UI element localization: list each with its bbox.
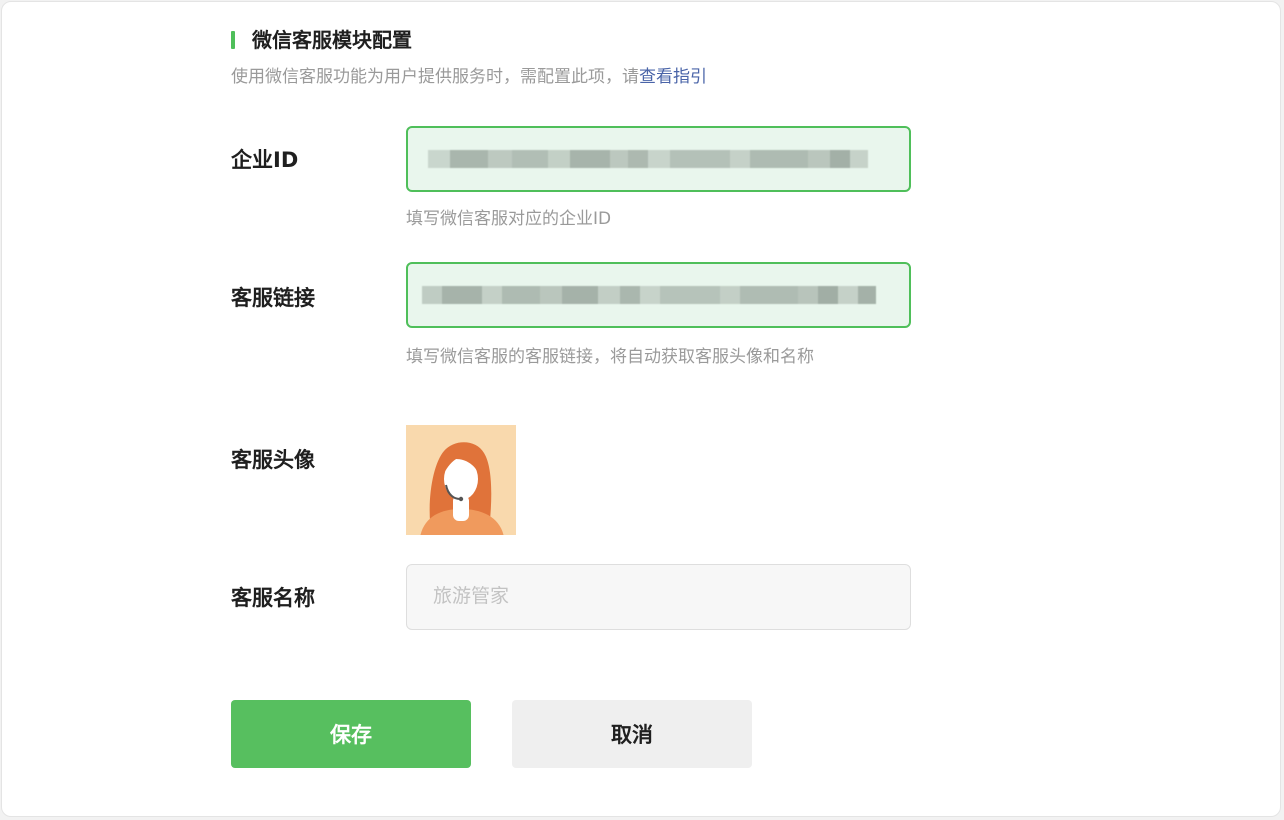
section-description-text: 使用微信客服功能为用户提供服务时，需配置此项，请 — [231, 67, 639, 87]
section-accent-bar — [231, 31, 235, 49]
service-link-hint: 填写微信客服的客服链接，将自动获取客服头像和名称 — [406, 347, 814, 367]
service-link-input[interactable] — [406, 262, 911, 328]
avatar-illustration — [406, 425, 516, 535]
service-name-label: 客服名称 — [231, 586, 315, 610]
service-name-input[interactable] — [406, 564, 911, 630]
cancel-button[interactable]: 取消 — [512, 700, 752, 768]
config-panel: 微信客服模块配置 使用微信客服功能为用户提供服务时，需配置此项，请查看指引 企业… — [1, 1, 1281, 817]
corp-id-input[interactable] — [406, 126, 911, 192]
corp-id-hint: 填写微信客服对应的企业ID — [406, 209, 612, 229]
corp-id-label: 企业ID — [231, 148, 299, 172]
avatar-label: 客服头像 — [231, 448, 315, 472]
save-button[interactable]: 保存 — [231, 700, 471, 768]
section-description: 使用微信客服功能为用户提供服务时，需配置此项，请查看指引 — [231, 65, 707, 89]
corp-id-redacted-value — [428, 150, 886, 168]
customer-service-avatar-icon[interactable] — [406, 425, 516, 535]
service-link-redacted-value — [422, 286, 876, 304]
service-link-label: 客服链接 — [231, 286, 315, 310]
section-title: 微信客服模块配置 — [252, 28, 412, 52]
view-guide-link[interactable]: 查看指引 — [639, 67, 707, 87]
